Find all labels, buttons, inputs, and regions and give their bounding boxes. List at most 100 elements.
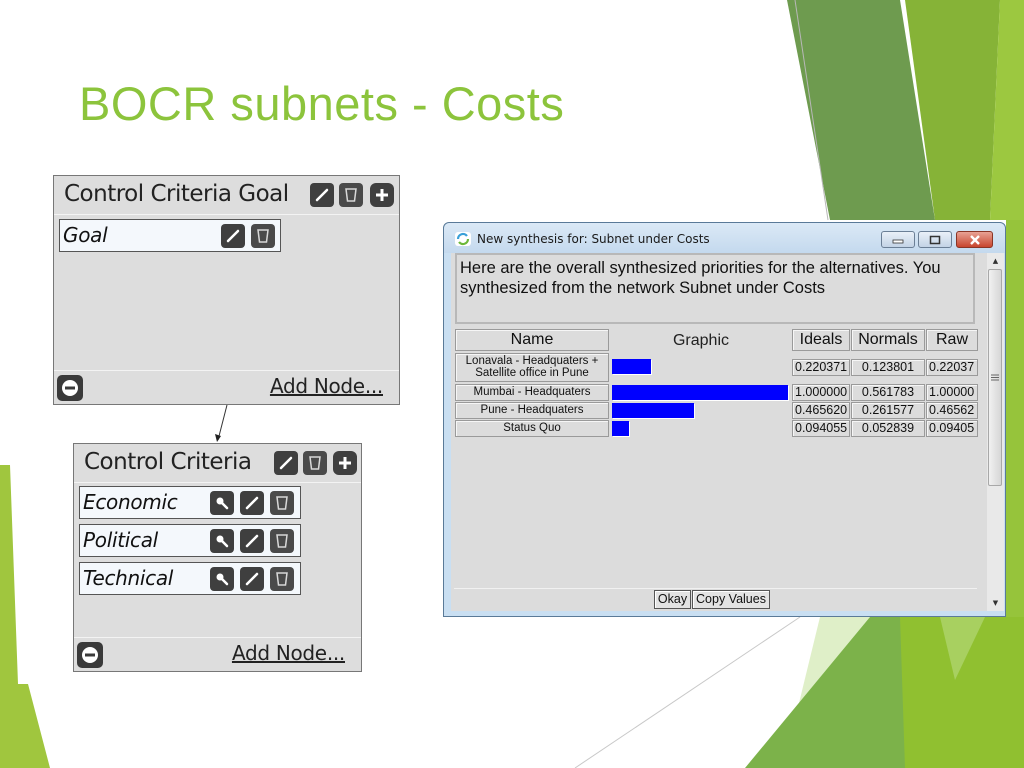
raw-value: 0.09405 bbox=[926, 420, 978, 437]
maximize-icon bbox=[929, 235, 941, 244]
maximize-button[interactable] bbox=[918, 231, 952, 248]
trash-icon bbox=[276, 496, 288, 510]
normals-value: 0.052839 bbox=[851, 420, 925, 437]
collapse-button[interactable] bbox=[57, 375, 83, 401]
slide-title: BOCR subnets - Costs bbox=[79, 77, 565, 130]
row-name: Mumbai - Headquaters bbox=[455, 384, 609, 401]
add-node-link[interactable]: Add Node... bbox=[270, 374, 383, 398]
goal-panel-title: Control Criteria Goal bbox=[64, 181, 289, 207]
plus-icon bbox=[339, 457, 351, 469]
magnifier-icon bbox=[216, 573, 229, 586]
trash-icon bbox=[309, 456, 321, 470]
criteria-panel-header: Control Criteria bbox=[74, 444, 361, 483]
magnifier-icon bbox=[216, 497, 229, 510]
node-label: Political bbox=[83, 528, 158, 552]
column-header-ideals[interactable]: Ideals bbox=[792, 329, 850, 351]
node-economic[interactable]: Economic bbox=[79, 486, 301, 519]
magnifier-icon bbox=[216, 535, 229, 548]
raw-value: 0.46562 bbox=[926, 402, 978, 419]
bg-shape-left bbox=[0, 465, 50, 768]
add-cluster-button[interactable] bbox=[370, 183, 394, 207]
copy-values-button[interactable]: Copy Values bbox=[692, 590, 770, 609]
grip-icon bbox=[991, 374, 999, 381]
priority-bar bbox=[612, 403, 694, 418]
okay-button[interactable]: Okay bbox=[654, 590, 691, 609]
column-header-graphic: Graphic bbox=[672, 332, 730, 349]
column-header-raw[interactable]: Raw bbox=[926, 329, 978, 351]
node-label: Economic bbox=[83, 490, 178, 514]
normals-value: 0.261577 bbox=[851, 402, 925, 419]
add-node-link[interactable]: Add Node... bbox=[232, 641, 345, 665]
edit-icon bbox=[245, 572, 259, 586]
scroll-up-icon[interactable]: ▲ bbox=[987, 253, 1004, 269]
inspect-node-button[interactable] bbox=[210, 491, 234, 515]
add-cluster-button[interactable] bbox=[333, 451, 357, 475]
edit-node-button[interactable] bbox=[240, 529, 264, 553]
delete-node-button[interactable] bbox=[270, 567, 294, 591]
priority-bar bbox=[612, 359, 651, 374]
delete-node-button[interactable] bbox=[270, 529, 294, 553]
vertical-scrollbar[interactable]: ▲ ▼ bbox=[987, 253, 1004, 611]
edit-icon bbox=[315, 188, 329, 202]
goal-panel-header: Control Criteria Goal bbox=[54, 176, 399, 215]
delete-node-button[interactable] bbox=[270, 491, 294, 515]
window-titlebar[interactable]: New synthesis for: Subnet under Costs bbox=[444, 223, 1005, 253]
row-name: Pune - Headquaters bbox=[455, 402, 609, 419]
node-goal[interactable]: Goal bbox=[59, 219, 281, 252]
ideals-value: 0.465620 bbox=[792, 402, 850, 419]
window-title: New synthesis for: Subnet under Costs bbox=[477, 232, 710, 246]
criteria-panel: Control Criteria Economic Political Tech… bbox=[73, 443, 362, 672]
trash-icon bbox=[257, 229, 269, 243]
node-technical[interactable]: Technical bbox=[79, 562, 301, 595]
row-name: Lonavala - Headquaters + Satellite offic… bbox=[455, 353, 609, 382]
column-header-normals[interactable]: Normals bbox=[851, 329, 925, 351]
minimize-button[interactable] bbox=[881, 231, 915, 248]
trash-icon bbox=[276, 572, 288, 586]
node-label: Goal bbox=[63, 223, 108, 247]
delete-cluster-button[interactable] bbox=[303, 451, 327, 475]
criteria-panel-title: Control Criteria bbox=[84, 449, 252, 475]
trash-icon bbox=[345, 188, 357, 202]
criteria-panel-footer: Add Node... bbox=[74, 637, 361, 671]
edit-cluster-button[interactable] bbox=[310, 183, 334, 207]
row-name-line2: Satellite office in Pune bbox=[475, 367, 589, 379]
edit-node-button[interactable] bbox=[240, 567, 264, 591]
inspect-node-button[interactable] bbox=[210, 567, 234, 591]
synthesis-window: New synthesis for: Subnet under Costs He… bbox=[443, 222, 1006, 617]
minimize-icon bbox=[892, 239, 904, 243]
row-name-line1: Lonavala - Headquaters + bbox=[465, 355, 599, 367]
scroll-thumb[interactable] bbox=[988, 269, 1002, 486]
column-header-name[interactable]: Name bbox=[455, 329, 609, 351]
node-label: Technical bbox=[83, 566, 174, 590]
edit-icon bbox=[226, 229, 240, 243]
delete-cluster-button[interactable] bbox=[339, 183, 363, 207]
inspect-node-button[interactable] bbox=[210, 529, 234, 553]
delete-node-button[interactable] bbox=[251, 224, 275, 248]
minus-circle-icon bbox=[62, 380, 78, 396]
window-client: Here are the overall synthesized priorit… bbox=[451, 253, 1004, 611]
edit-node-button[interactable] bbox=[240, 491, 264, 515]
close-icon bbox=[969, 234, 980, 245]
edit-node-button[interactable] bbox=[221, 224, 245, 248]
node-political[interactable]: Political bbox=[79, 524, 301, 557]
ideals-value: 0.220371 bbox=[792, 359, 850, 376]
collapse-button[interactable] bbox=[77, 642, 103, 668]
row-name: Status Quo bbox=[455, 420, 609, 437]
trash-icon bbox=[276, 534, 288, 548]
close-button[interactable] bbox=[956, 231, 993, 248]
scroll-down-icon[interactable]: ▼ bbox=[987, 595, 1004, 611]
results-table: Name Graphic Ideals Normals Raw Lonavala… bbox=[454, 327, 978, 589]
bg-shape-edge bbox=[1006, 220, 1024, 617]
synthesis-message: Here are the overall synthesized priorit… bbox=[455, 253, 975, 324]
minus-circle-icon bbox=[82, 647, 98, 663]
edit-cluster-button[interactable] bbox=[274, 451, 298, 475]
goal-panel-footer: Add Node... bbox=[54, 370, 399, 404]
goal-panel: Control Criteria Goal Goal Add Node... bbox=[53, 175, 400, 405]
normals-value: 0.561783 bbox=[851, 384, 925, 401]
ideals-value: 0.094055 bbox=[792, 420, 850, 437]
app-icon bbox=[455, 232, 471, 246]
edit-icon bbox=[245, 534, 259, 548]
normals-value: 0.123801 bbox=[851, 359, 925, 376]
raw-value: 1.00000 bbox=[926, 384, 978, 401]
priority-bar bbox=[612, 421, 629, 436]
